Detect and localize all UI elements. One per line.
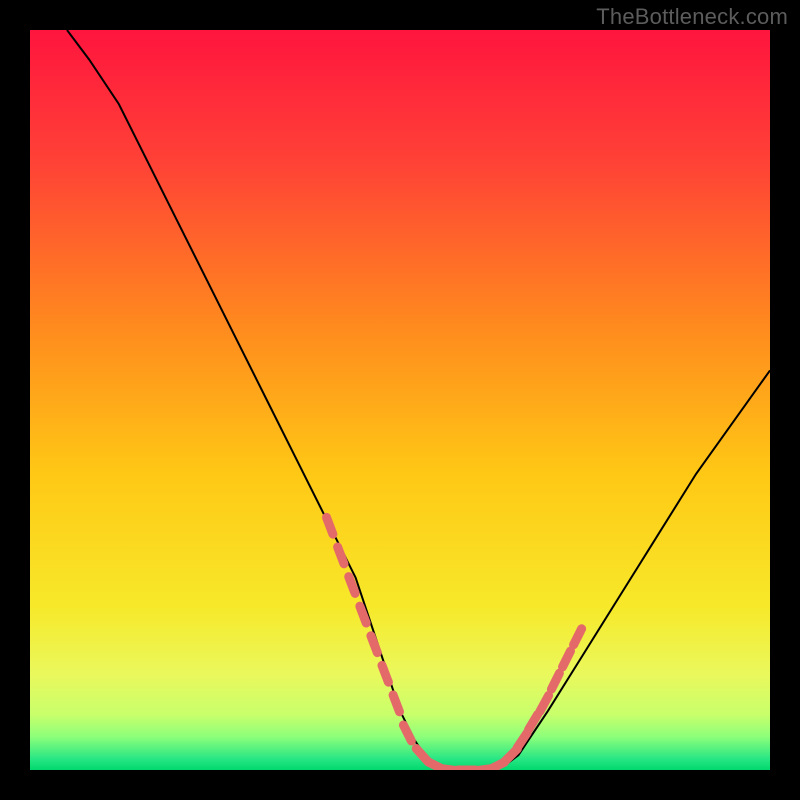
curve-marker (338, 547, 344, 564)
curve-marker (360, 606, 366, 623)
curve-marker (327, 517, 333, 534)
chart-plot-area (30, 30, 770, 770)
curve-marker (349, 577, 355, 594)
watermark-text: TheBottleneck.com (596, 4, 788, 30)
chart-frame: TheBottleneck.com (0, 0, 800, 800)
curve-marker (371, 636, 377, 653)
chart-svg (30, 30, 770, 770)
curve-marker (393, 695, 399, 712)
curve-marker (382, 665, 388, 682)
gradient-background (30, 30, 770, 770)
